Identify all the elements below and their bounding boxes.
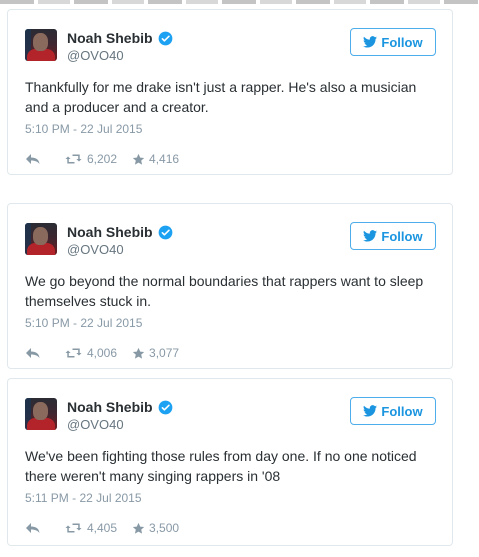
tweet-actions: 4,006 3,077 bbox=[25, 345, 179, 361]
follow-button[interactable]: Follow bbox=[350, 28, 436, 56]
author-name-row[interactable]: Noah Shebib bbox=[67, 224, 173, 240]
favorite-count: 3,500 bbox=[149, 521, 180, 535]
top-divider bbox=[0, 0, 479, 4]
verified-badge-icon bbox=[158, 400, 172, 414]
follow-label: Follow bbox=[381, 403, 423, 419]
author-name[interactable]: Noah Shebib bbox=[67, 224, 153, 240]
follow-button[interactable]: Follow bbox=[350, 397, 436, 425]
retweet-icon bbox=[65, 348, 82, 358]
favorite-count: 3,077 bbox=[149, 346, 180, 360]
twitter-bird-icon bbox=[363, 230, 378, 242]
retweet-button[interactable]: 4,405 bbox=[65, 521, 117, 535]
retweet-count: 6,202 bbox=[87, 152, 118, 166]
avatar[interactable] bbox=[25, 398, 57, 430]
author-handle[interactable]: @OVO40 bbox=[67, 48, 124, 63]
follow-label: Follow bbox=[381, 34, 423, 50]
tweet-text: Thankfully for me drake isn't just a rap… bbox=[25, 79, 417, 115]
follow-label: Follow bbox=[381, 228, 423, 244]
retweet-icon bbox=[65, 523, 82, 533]
follow-button[interactable]: Follow bbox=[350, 222, 436, 250]
favorite-button[interactable]: 3,500 bbox=[132, 521, 179, 535]
tweet-actions: 6,202 4,416 bbox=[25, 151, 179, 167]
tweet-text: We go beyond the normal boundaries that … bbox=[25, 273, 424, 309]
retweet-button[interactable]: 6,202 bbox=[65, 152, 117, 166]
tweet-timestamp[interactable]: 5:11 PM - 22 Jul 2015 bbox=[25, 491, 142, 505]
retweet-icon bbox=[65, 154, 82, 164]
retweet-count: 4,006 bbox=[87, 346, 118, 360]
author-name-row[interactable]: Noah Shebib bbox=[67, 30, 173, 46]
reply-icon[interactable] bbox=[25, 347, 41, 359]
tweet-actions: 4,405 3,500 bbox=[25, 520, 179, 536]
avatar[interactable] bbox=[25, 29, 57, 61]
author-handle[interactable]: @OVO40 bbox=[67, 242, 124, 257]
verified-badge-icon bbox=[158, 225, 172, 239]
star-icon bbox=[132, 153, 145, 165]
author-handle[interactable]: @OVO40 bbox=[67, 417, 124, 432]
author-name-row[interactable]: Noah Shebib bbox=[67, 399, 173, 415]
retweet-count: 4,405 bbox=[87, 521, 118, 535]
tweet-timestamp[interactable]: 5:10 PM - 22 Jul 2015 bbox=[25, 122, 142, 136]
twitter-bird-icon bbox=[363, 405, 378, 417]
reply-icon[interactable] bbox=[25, 522, 41, 534]
reply-icon[interactable] bbox=[25, 153, 41, 165]
retweet-button[interactable]: 4,006 bbox=[65, 346, 117, 360]
favorite-button[interactable]: 3,077 bbox=[132, 346, 179, 360]
favorite-count: 4,416 bbox=[149, 152, 180, 166]
favorite-button[interactable]: 4,416 bbox=[132, 152, 179, 166]
verified-badge-icon bbox=[158, 31, 172, 45]
star-icon bbox=[132, 522, 145, 534]
author-name[interactable]: Noah Shebib bbox=[67, 30, 153, 46]
tweet-timestamp[interactable]: 5:10 PM - 22 Jul 2015 bbox=[25, 316, 142, 330]
tweet-text: We've been fighting those rules from day… bbox=[25, 448, 417, 484]
tweet-card: Noah Shebib @OVO40 Follow We go beyond t… bbox=[7, 203, 453, 369]
tweet-card: Noah Shebib @OVO40 Follow Thankfully for… bbox=[7, 9, 453, 175]
twitter-bird-icon bbox=[363, 36, 378, 48]
star-icon bbox=[132, 347, 145, 359]
author-name[interactable]: Noah Shebib bbox=[67, 399, 153, 415]
tweet-card: Noah Shebib @OVO40 Follow We've been fig… bbox=[7, 378, 453, 546]
avatar[interactable] bbox=[25, 223, 57, 255]
